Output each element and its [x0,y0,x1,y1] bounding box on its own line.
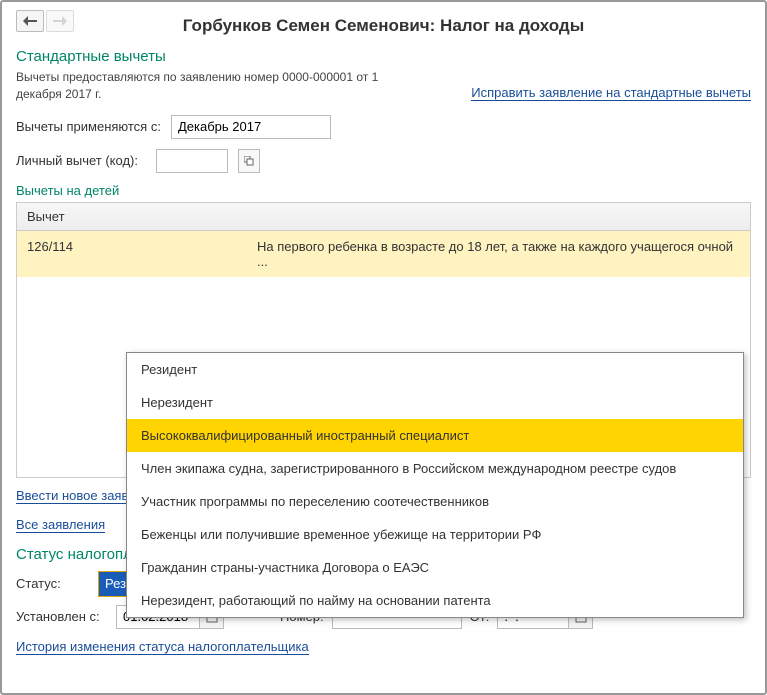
page-title: Горбунков Семен Семенович: Налог на дохо… [16,16,751,36]
deduction-desc: На первого ребенка в возрасте до 18 лет,… [257,239,740,269]
deduction-code: 126/114 [27,239,257,269]
children-deductions-header: Вычеты на детей [16,183,751,198]
status-label: Статус: [16,576,90,591]
dropdown-option[interactable]: Нерезидент, работающий по найму на основ… [127,584,743,617]
status-dropdown-list: Резидент Нерезидент Высококвалифицирован… [126,352,744,618]
applied-from-label: Вычеты применяются с: [16,119,161,134]
edit-application-link[interactable]: Исправить заявление на стандартные вычет… [471,85,751,101]
status-history-link[interactable]: История изменения статуса налогоплательщ… [16,639,309,655]
standard-deductions-header: Стандартные вычеты [16,48,751,65]
personal-code-label: Личный вычет (код): [16,153,146,168]
applied-from-input[interactable] [171,115,331,139]
dropdown-option[interactable]: Гражданин страны-участника Договора о ЕА… [127,551,743,584]
arrow-left-icon [23,16,37,26]
table-header-code: Вычет [17,203,750,231]
dropdown-option[interactable]: Член экипажа судна, зарегистрированного … [127,452,743,485]
dropdown-option[interactable]: Беженцы или получившие временное убежище… [127,518,743,551]
set-from-label: Установлен с: [16,609,108,624]
dropdown-option[interactable]: Высококвалифицированный иностранный спец… [127,419,743,452]
dropdown-option[interactable]: Участник программы по переселению соотеч… [127,485,743,518]
arrow-right-icon [53,16,67,26]
all-applications-link[interactable]: Все заявления [16,517,105,533]
table-row[interactable]: 126/114 На первого ребенка в возрасте до… [17,231,750,277]
dropdown-option[interactable]: Резидент [127,353,743,386]
personal-code-picker-button[interactable] [238,149,260,173]
dropdown-option[interactable]: Нерезидент [127,386,743,419]
personal-code-input[interactable] [156,149,228,173]
nav-back-button[interactable] [16,10,44,32]
open-picker-icon [244,156,254,166]
nav-forward-button[interactable] [46,10,74,32]
